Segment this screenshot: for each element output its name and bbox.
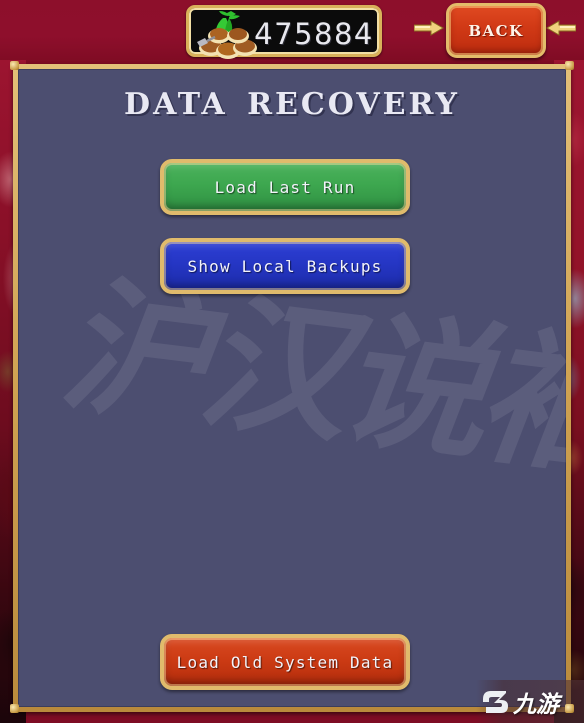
site-watermark: 九游 [476,680,584,723]
panel-corner-stud [10,704,19,713]
load-last-run-button[interactable]: Load Last Run [160,159,410,215]
data-recovery-panel: 沪汉说袖 DATA RECOVERY Load Last Run Show Lo… [13,64,571,712]
game-screen: 475884 BACK 沪汉说袖 DATA RECOVERY Load Last… [0,0,584,723]
calligraphy-watermark: 沪汉说袖 [52,256,566,498]
panel-corner-stud [565,61,574,70]
load-old-system-data-button[interactable]: Load Old System Data [160,634,410,690]
jiuyou-logo-icon [480,687,510,717]
back-button[interactable]: BACK [446,3,546,58]
load-old-system-data-label: Load Old System Data [176,652,394,672]
coin-pile-icon [195,8,261,60]
site-watermark-text: 九游 [513,691,559,718]
currency-display: 475884 [186,5,382,60]
page-title: DATA RECOVERY [124,87,460,122]
arrow-left-gold-icon [546,20,577,36]
back-button-wrapper: BACK [446,3,546,58]
show-local-backups-button[interactable]: Show Local Backups [160,238,410,294]
back-button-label: BACK [468,21,524,40]
arrow-right-gold-icon [413,20,444,36]
panel-corner-stud [10,61,19,70]
load-last-run-label: Load Last Run [214,177,356,197]
panel-corner-stud [565,704,574,713]
show-local-backups-label: Show Local Backups [187,256,383,276]
currency-amount: 475884 [254,17,374,51]
panel-content-area: 沪汉说袖 DATA RECOVERY Load Last Run Show Lo… [18,69,566,707]
